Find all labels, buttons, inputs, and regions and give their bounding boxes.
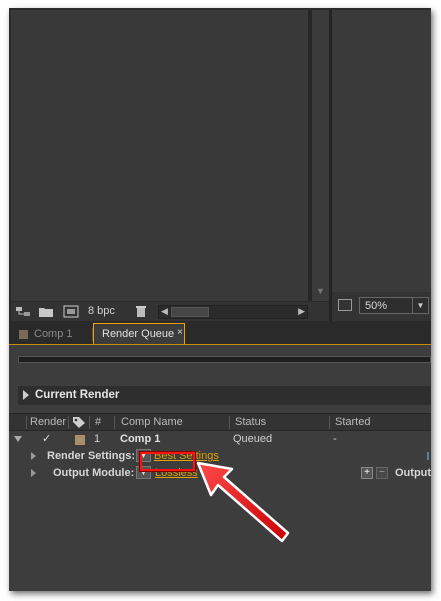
output-to-label: Output: [395, 467, 431, 479]
render-queue-header: Render # Comp Name Status Started: [9, 413, 431, 431]
scroll-left-arrow-icon[interactable]: ◀: [161, 306, 168, 317]
highlight-box: [140, 452, 195, 471]
folder-icon[interactable]: [38, 305, 54, 318]
column-divider: [114, 416, 115, 429]
project-toolbar: 8 bpc ◀ ▶: [11, 301, 329, 321]
horizontal-scrollbar[interactable]: ◀ ▶: [158, 305, 308, 319]
column-divider: [68, 416, 69, 429]
render-progress-bar: [18, 356, 431, 363]
column-started[interactable]: Started: [335, 416, 370, 428]
viewer-vertical-scrollbar[interactable]: [312, 10, 329, 301]
scroll-down-arrow-icon[interactable]: ▼: [312, 284, 329, 298]
bit-depth-label[interactable]: 8 bpc: [88, 305, 115, 317]
composition-color-swatch: [19, 330, 28, 339]
flowchart-icon[interactable]: [15, 305, 31, 318]
chevron-down-icon[interactable]: ▼: [412, 298, 428, 313]
collapse-triangle-icon[interactable]: [14, 436, 22, 442]
remove-output-module-button[interactable]: −: [376, 467, 388, 479]
column-divider: [89, 416, 90, 429]
composition-viewer[interactable]: [11, 10, 308, 301]
label-tag-icon[interactable]: [72, 416, 86, 429]
column-divider: [229, 416, 230, 429]
current-render-label: Current Render: [35, 389, 120, 401]
tab-label: Comp 1: [34, 328, 73, 340]
column-comp-name[interactable]: Comp Name: [121, 416, 183, 428]
tab-bar: Comp 1 Render Queue ×: [9, 321, 431, 345]
tab-label: Render Queue: [102, 328, 175, 340]
column-divider: [329, 416, 330, 429]
render-settings-label: Render Settings:: [47, 450, 136, 462]
region-of-interest-icon[interactable]: [338, 299, 352, 311]
expand-triangle-icon[interactable]: [31, 469, 36, 477]
trash-icon[interactable]: [133, 305, 149, 318]
expand-triangle-icon[interactable]: [31, 452, 36, 460]
current-render-section[interactable]: Current Render: [18, 386, 431, 405]
item-comp-name: Comp 1: [120, 433, 161, 445]
pointer-arrow-icon: [196, 461, 290, 543]
column-divider: [26, 416, 27, 429]
column-render[interactable]: Render: [30, 416, 66, 428]
zoom-value: 50%: [365, 300, 388, 312]
column-number[interactable]: #: [95, 416, 101, 428]
output-module-label: Output Module:: [53, 467, 135, 479]
tab-comp-1[interactable]: Comp 1: [16, 325, 88, 344]
label-color-swatch[interactable]: [75, 435, 85, 445]
scrollbar-thumb[interactable]: [171, 307, 209, 317]
render-queue-item[interactable]: ✓ 1 Comp 1 Queued -: [9, 431, 431, 448]
zoom-select[interactable]: 50% ▼: [359, 297, 429, 314]
render-checkbox[interactable]: ✓: [42, 432, 51, 445]
scroll-right-arrow-icon[interactable]: ▶: [298, 306, 305, 317]
column-status[interactable]: Status: [235, 416, 266, 428]
item-status: Queued: [233, 433, 273, 445]
preview-panel[interactable]: [332, 10, 431, 292]
scroll-indicator: [427, 452, 429, 460]
add-output-module-button[interactable]: +: [361, 467, 373, 479]
tab-render-queue[interactable]: Render Queue ×: [93, 323, 185, 345]
composition-icon[interactable]: [63, 305, 79, 318]
item-number: 1: [94, 433, 101, 445]
expand-triangle-icon[interactable]: [23, 390, 29, 400]
viewer-footer: 50% ▼: [332, 292, 431, 321]
item-started: -: [333, 433, 337, 445]
close-icon[interactable]: ×: [177, 327, 183, 338]
